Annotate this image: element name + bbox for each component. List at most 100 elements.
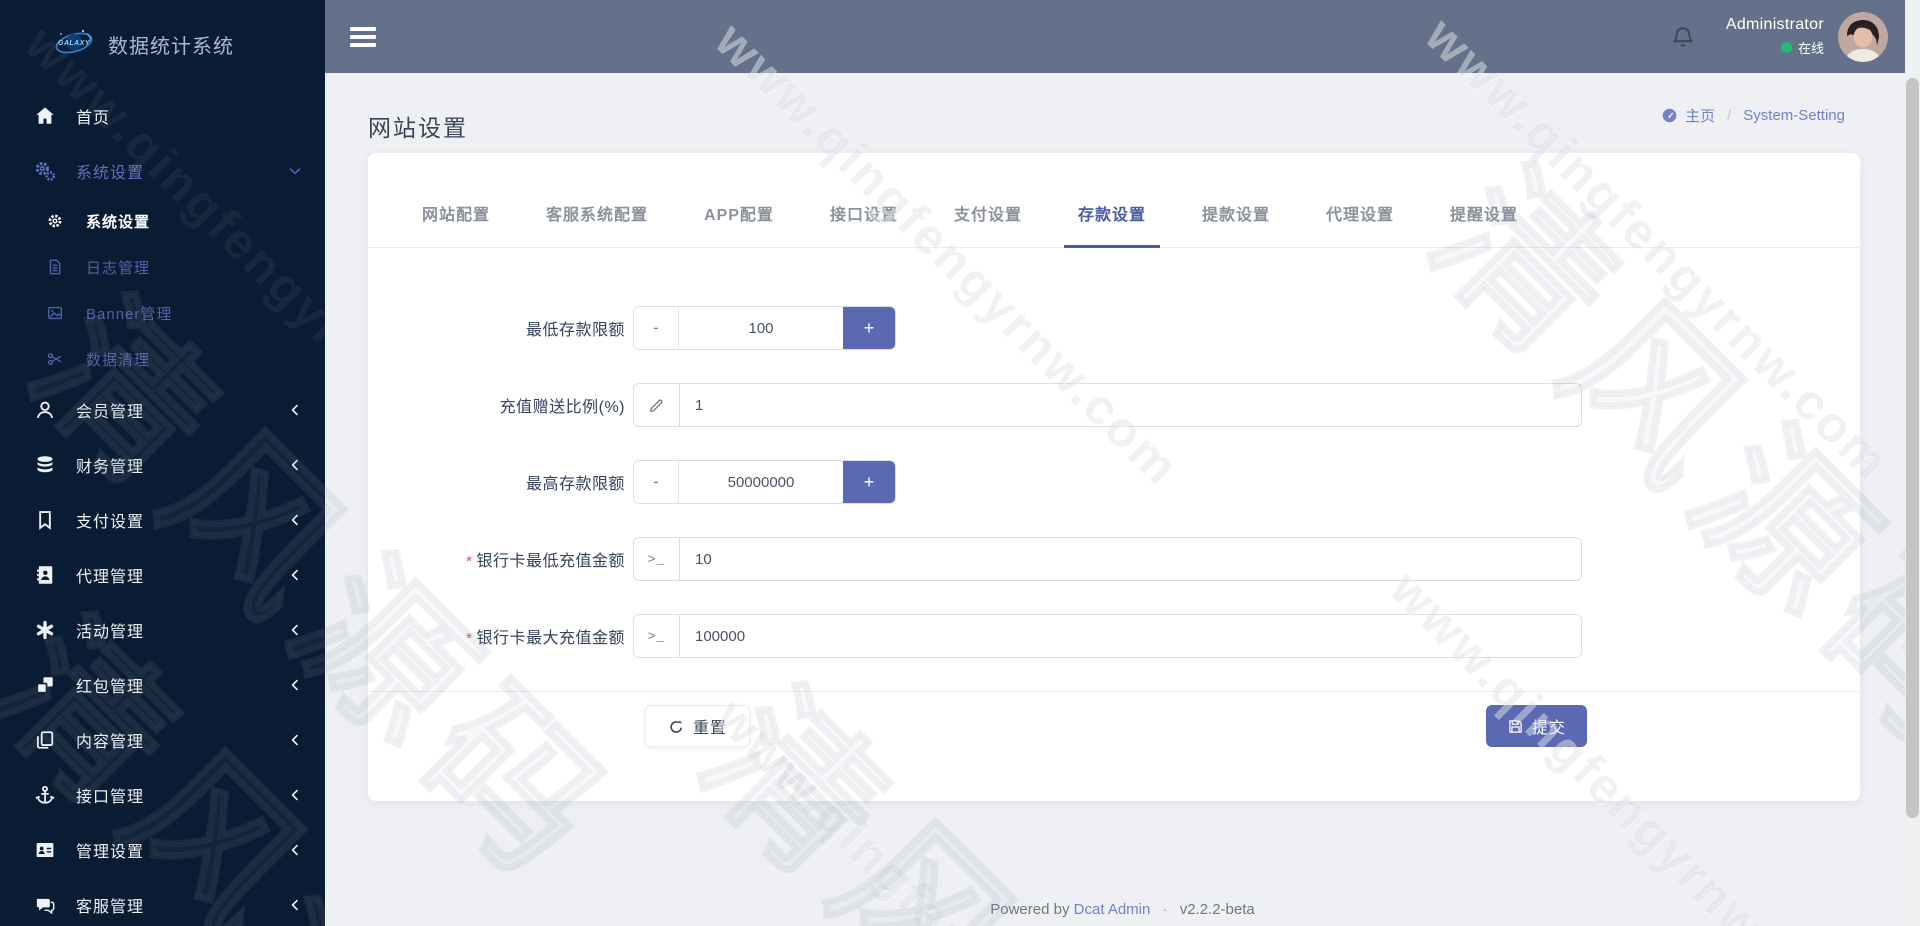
max-deposit-input[interactable] xyxy=(679,461,843,503)
deposit-settings-form: 最低存款限额 - + 充值赠送比例(%) xyxy=(368,248,1860,747)
sidebar-item-label: 支付设置 xyxy=(76,513,145,531)
asterisk-icon xyxy=(34,619,56,641)
sidebar-item-interface-management[interactable]: 接口管理 xyxy=(0,767,325,822)
stepper-plus-button[interactable]: + xyxy=(843,461,895,503)
tab-interface-settings[interactable]: 接口设置 xyxy=(816,201,912,248)
user-menu[interactable]: Administrator 在线 xyxy=(1726,16,1824,57)
stepper-minus-button[interactable]: - xyxy=(634,461,679,503)
bankcard-min-input[interactable] xyxy=(680,538,1581,580)
cog-icon xyxy=(46,212,64,230)
min-deposit-input[interactable] xyxy=(679,307,843,349)
tab-reminder-settings[interactable]: 提醒设置 xyxy=(1436,201,1532,248)
chevron-left-icon xyxy=(287,897,303,913)
bonus-ratio-input[interactable] xyxy=(680,384,1581,426)
min-deposit-stepper: - + xyxy=(633,306,896,350)
form-row-bankcard-max: * 银行卡最大充值金额 >_ xyxy=(368,614,1860,658)
submit-label: 提交 xyxy=(1531,720,1566,737)
sidebar-item-label: 系统设置 xyxy=(76,164,145,182)
sidebar-subitem-label: 日志管理 xyxy=(86,259,151,277)
sidebar-item-payment-settings[interactable]: 支付设置 xyxy=(0,492,325,547)
stepper-minus-button[interactable]: - xyxy=(634,307,679,349)
divider xyxy=(368,691,1860,692)
sidebar-item-admin-settings[interactable]: 管理设置 xyxy=(0,822,325,877)
tab-agent-settings[interactable]: 代理设置 xyxy=(1312,201,1408,248)
sidebar-item-content-management[interactable]: 内容管理 xyxy=(0,712,325,767)
chevron-left-icon xyxy=(287,622,303,638)
chevron-left-icon xyxy=(287,457,303,473)
sidebar-item-customer-service[interactable]: 客服管理 xyxy=(0,877,325,926)
sidebar-item-label: 首页 xyxy=(76,109,111,127)
database-icon xyxy=(34,454,56,476)
sidebar-item-home[interactable]: 首页 xyxy=(0,88,325,143)
field-label: 银行卡最低充值金额 xyxy=(476,553,625,570)
sidebar-item-finance-management[interactable]: 财务管理 xyxy=(0,437,325,492)
comments-icon xyxy=(34,894,56,916)
tab-payment-settings[interactable]: 支付设置 xyxy=(940,201,1036,248)
tab-withdrawal-settings[interactable]: 提款设置 xyxy=(1188,201,1284,248)
bankcard-min-group: >_ xyxy=(633,537,1582,581)
sidebar-subitem-system-settings[interactable]: 系统设置 xyxy=(0,198,325,244)
field-label: 银行卡最大充值金额 xyxy=(476,630,625,647)
pencil-icon xyxy=(634,384,680,426)
powered-by-text: Powered by xyxy=(990,901,1070,918)
chevron-left-icon xyxy=(287,567,303,583)
sidebar-subitem-data-cleanup[interactable]: 数据清理 xyxy=(0,336,325,382)
brand-logo-text: GALAXY xyxy=(58,40,91,47)
main-content: 网站设置 主页 / System-Setting 网站配置 客服系统配置 APP… xyxy=(325,73,1920,926)
scissors-icon xyxy=(46,350,64,368)
online-status-dot xyxy=(1780,42,1792,53)
topbar: Administrator 在线 xyxy=(325,0,1920,73)
sidebar-item-activity-management[interactable]: 活动管理 xyxy=(0,602,325,657)
save-icon xyxy=(1507,718,1524,735)
sidebar-item-label: 代理管理 xyxy=(76,568,145,586)
dashboard-icon xyxy=(1661,107,1678,124)
galaxy-logo-icon: GALAXY xyxy=(52,27,96,61)
copy-icon xyxy=(34,729,56,751)
menu-toggle-button[interactable] xyxy=(350,26,376,47)
file-icon xyxy=(46,258,64,276)
sidebar-item-label: 接口管理 xyxy=(76,788,145,806)
image-icon xyxy=(46,304,64,322)
settings-card: 网站配置 客服系统配置 APP配置 接口设置 支付设置 存款设置 提款设置 代理… xyxy=(368,153,1860,801)
sidebar-subitem-label: 数据清理 xyxy=(86,351,151,369)
chevron-left-icon xyxy=(287,512,303,528)
home-icon xyxy=(34,105,56,127)
sidebar-subitem-log-management[interactable]: 日志管理 xyxy=(0,244,325,290)
sidebar-item-agent-management[interactable]: 代理管理 xyxy=(0,547,325,602)
scrollbar-track[interactable] xyxy=(1905,0,1920,926)
avatar[interactable] xyxy=(1838,11,1888,62)
scrollbar-thumb[interactable] xyxy=(1906,78,1919,818)
submit-button[interactable]: 提交 xyxy=(1485,705,1587,747)
page-footer: Powered by Dcat Admin · v2.2.2-beta xyxy=(325,901,1920,918)
tab-app-config[interactable]: APP配置 xyxy=(690,201,788,248)
tab-site-config[interactable]: 网站配置 xyxy=(408,201,504,248)
brand[interactable]: GALAXY 数据统计系统 xyxy=(0,0,325,88)
terminal-icon: >_ xyxy=(634,538,680,580)
max-deposit-stepper: - + xyxy=(633,460,896,504)
tab-customer-service-config[interactable]: 客服系统配置 xyxy=(532,201,662,248)
page-title: 网站设置 xyxy=(368,115,468,141)
sidebar-item-member-management[interactable]: 会员管理 xyxy=(0,382,325,437)
bankcard-max-input[interactable] xyxy=(680,615,1581,657)
chevron-left-icon xyxy=(287,787,303,803)
sidebar-subitem-label: 系统设置 xyxy=(86,213,151,231)
sidebar-subitem-banner-management[interactable]: Banner管理 xyxy=(0,290,325,336)
reset-button[interactable]: 重置 xyxy=(645,705,751,747)
sidebar-item-system-settings[interactable]: 系统设置 xyxy=(0,143,325,198)
sidebar-subitem-label: Banner管理 xyxy=(86,305,173,323)
notifications-bell-icon[interactable] xyxy=(1670,24,1696,50)
tab-deposit-settings[interactable]: 存款设置 xyxy=(1063,201,1160,248)
dcat-admin-link[interactable]: Dcat Admin xyxy=(1074,901,1151,918)
field-label: 充值赠送比例(%) xyxy=(499,399,625,416)
bookmark-icon xyxy=(34,509,56,531)
stepper-plus-button[interactable]: + xyxy=(843,307,895,349)
sidebar-item-redpacket-management[interactable]: 红包管理 xyxy=(0,657,325,712)
sidebar-item-label: 财务管理 xyxy=(76,458,145,476)
sidebar-item-label: 管理设置 xyxy=(76,843,145,861)
form-row-max-deposit: 最高存款限额 - + xyxy=(368,460,1860,504)
breadcrumb-home-link[interactable]: 主页 xyxy=(1685,105,1715,126)
required-asterisk: * xyxy=(466,630,473,647)
footer-separator: · xyxy=(1162,901,1168,918)
form-row-bankcard-min: * 银行卡最低充值金额 >_ xyxy=(368,537,1860,581)
id-card-icon xyxy=(34,839,56,861)
